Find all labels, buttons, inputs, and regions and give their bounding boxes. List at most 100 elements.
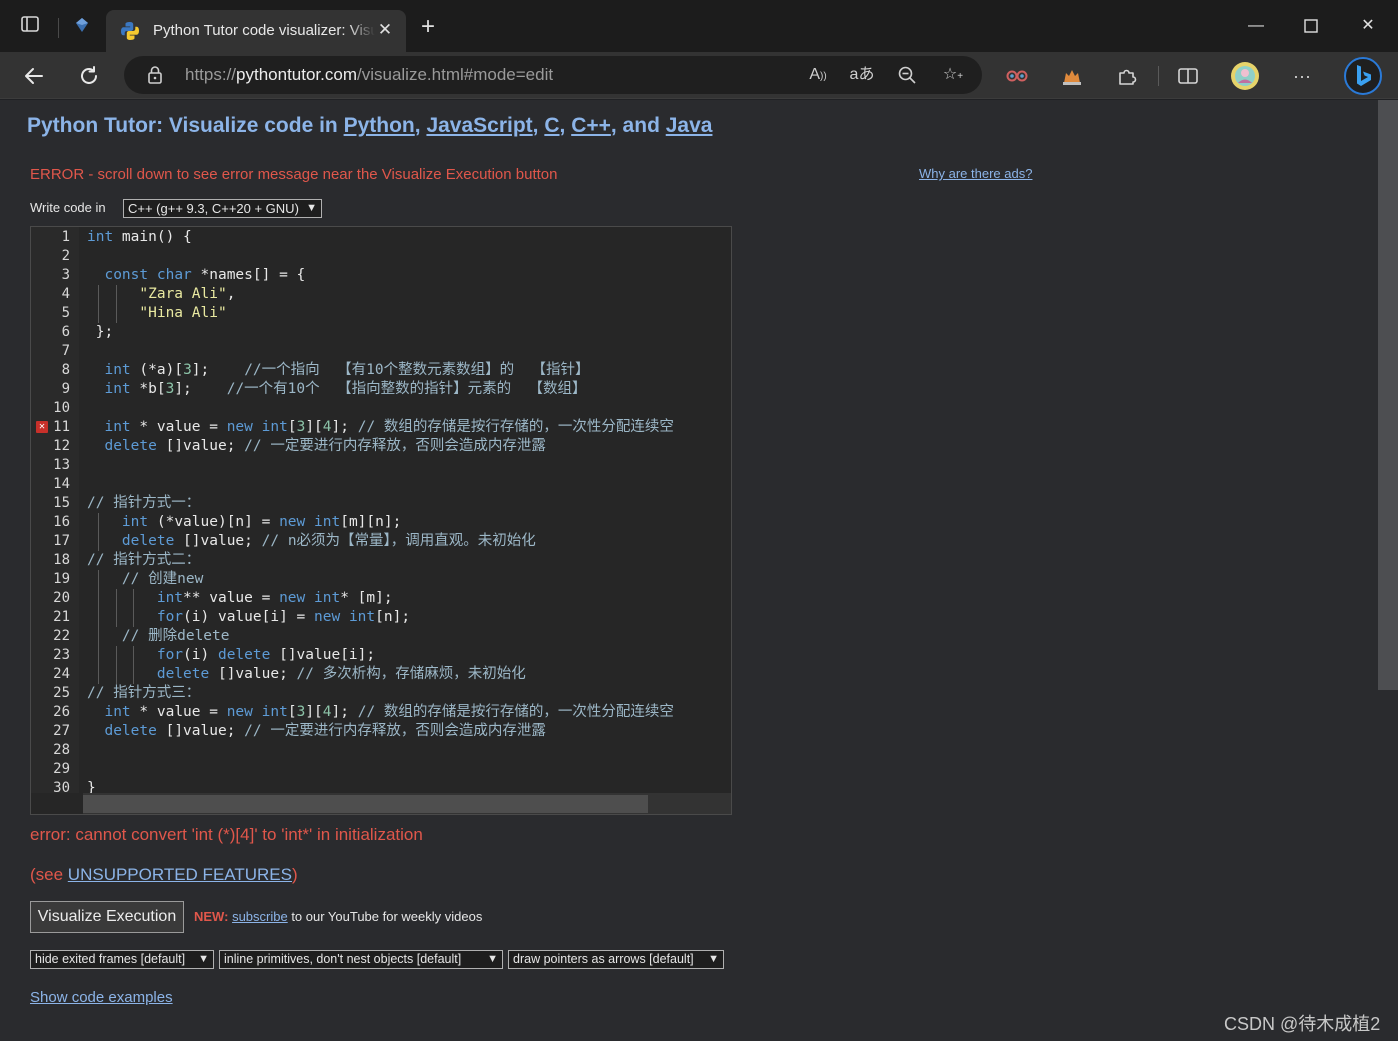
link-c[interactable]: C [544,114,559,137]
editor-hscroll-thumb[interactable] [83,795,648,813]
code-line[interactable]: 1 int main() { [31,228,731,247]
new-tab-icon[interactable]: + [416,15,440,40]
unsupported-features-link[interactable]: UNSUPPORTED FEATURES [68,865,292,884]
code-line[interactable]: 8 int (*a)[3]; //一个指向 【有10个整数元素数组】的 【指针】 [31,361,731,380]
extension-cat-icon[interactable] [1058,62,1086,90]
line-number: 24 [53,666,70,682]
extensions-icon[interactable] [1113,62,1141,90]
code-line[interactable]: 9 int *b[3]; //一个有10个 【指向整数的指针】元素的 【数组】 [31,380,731,399]
language-select[interactable]: C++ (g++ 9.3, C++20 + GNU) ▼ [123,199,322,218]
tab-python-tutor[interactable]: Python Tutor code visualizer: Visualize … [106,10,406,52]
code-line[interactable]: 13 [31,456,731,475]
code-line[interactable]: ✕ 11 int * value = new int[3][4]; // 数组的存… [31,418,731,437]
title-prefix: Python Tutor: Visualize code in [27,114,344,137]
new-badge: NEW: [194,909,229,924]
split-screen-icon[interactable] [1174,62,1202,90]
profile-icon[interactable] [1230,61,1260,91]
code-line[interactable]: 2 [31,247,731,266]
chevron-down-icon: ▼ [306,202,317,214]
url-path: /visualize.html#mode=edit [357,65,554,84]
show-code-examples-link[interactable]: Show code examples [30,989,173,1006]
code-line[interactable]: 23 for(i) delete []value[i]; [31,646,731,665]
add-favorite-icon[interactable]: ☆+ [940,62,966,88]
subscribe-link[interactable]: subscribe [232,909,288,924]
extension-glasses-icon[interactable] [1003,62,1031,90]
code-line[interactable]: 25 // 指针方式三： [31,684,731,703]
minimize-icon[interactable]: — [1236,12,1276,40]
zoom-out-icon[interactable] [894,62,920,88]
title-sep: , [532,114,545,137]
code-line[interactable]: 26 int * value = new int[3][4]; // 数组的存储… [31,703,731,722]
line-number: 19 [53,571,70,587]
address-bar[interactable]: https://pythontutor.com/visualize.html#m… [124,56,982,94]
code-text: for(i) value[i] = new int[n]; [156,609,411,625]
code-text: "Hina Ali" [139,305,227,321]
why-ads-link[interactable]: Why are there ads? [919,166,1032,181]
url-text[interactable]: https://pythontutor.com/visualize.html#m… [185,65,553,85]
code-text: int * value = new int[3][4]; // 数组的存储是按行… [104,704,674,720]
toolbar-separator [1158,66,1159,86]
code-text: int main() { [87,229,192,245]
code-text: int *b[3]; //一个有10个 【指向整数的指针】元素的 【数组】 [104,381,587,397]
page-scrollbar-thumb[interactable] [1378,100,1398,690]
code-text: int * value = new int[3][4]; // 数组的存储是按行… [104,419,674,435]
code-line[interactable]: 27 delete []value; // 一定要进行内存释放，否则会造成内存泄… [31,722,731,741]
code-line[interactable]: 5 "Hina Ali" [31,304,731,323]
code-line[interactable]: 18 // 指针方式二： [31,551,731,570]
link-python[interactable]: Python [344,114,415,137]
code-line[interactable]: 17 delete []value; // n必须为【常量】，调用直观。未初始化 [31,532,731,551]
error-banner: ERROR - scroll down to see error message… [30,166,558,183]
code-line[interactable]: 19 // 创建new [31,570,731,589]
code-line[interactable]: 20 int** value = new int* [m]; [31,589,731,608]
line-number: 11 [53,419,70,435]
frames-option-select[interactable]: hide exited frames [default] ▼ [30,950,214,969]
code-line[interactable]: 28 [31,741,731,760]
tab-close-icon[interactable]: ✕ [374,19,396,41]
code-text: // 指针方式三： [87,685,201,701]
workspace-icon[interactable] [68,14,96,42]
code-line[interactable]: 12 delete []value; // 一定要进行内存释放，否则会造成内存泄… [31,437,731,456]
link-javascript[interactable]: JavaScript [426,114,532,137]
line-number: 7 [61,343,70,359]
code-line[interactable]: 24 delete []value; // 多次析构，存储麻烦，未初始化 [31,665,731,684]
back-icon[interactable] [18,60,50,92]
code-line[interactable]: 3 const char *names[] = { [31,266,731,285]
code-line[interactable]: 10 [31,399,731,418]
translate-icon[interactable]: aあ [849,62,875,88]
close-window-icon[interactable]: ✕ [1348,12,1388,40]
link-java[interactable]: Java [666,114,713,137]
code-line[interactable]: 21 for(i) value[i] = new int[n]; [31,608,731,627]
code-line[interactable]: 22 // 删除delete [31,627,731,646]
code-line[interactable]: 7 [31,342,731,361]
python-logo-icon [120,21,140,41]
code-line[interactable]: 16 int (*value)[n] = new int[m][n]; [31,513,731,532]
code-editor[interactable]: 1 int main() {2 3 const char *names[] = {4… [30,226,732,815]
code-line[interactable]: 15 // 指针方式一： [31,494,731,513]
lock-icon[interactable] [146,65,166,85]
line-number: 10 [53,400,70,416]
code-text: const char *names[] = { [104,267,306,283]
bing-icon[interactable] [1343,56,1383,96]
more-icon[interactable]: ··· [1288,62,1316,90]
chevron-down-icon: ▼ [198,953,209,965]
tab-actions-icon[interactable] [16,14,44,42]
line-number: 15 [53,495,70,511]
code-line[interactable]: 29 [31,760,731,779]
title-sep: , [559,114,572,137]
primitives-option-value: inline primitives, don't nest objects [d… [224,952,462,966]
line-number: 17 [53,533,70,549]
read-aloud-icon[interactable]: A)) [805,62,831,88]
link-cpp[interactable]: C++ [571,114,611,137]
maximize-icon[interactable] [1291,12,1331,40]
pointers-option-select[interactable]: draw pointers as arrows [default] ▼ [508,950,724,969]
code-line[interactable]: 6 }; [31,323,731,342]
primitives-option-select[interactable]: inline primitives, don't nest objects [d… [219,950,503,969]
code-line[interactable]: 4 "Zara Ali", [31,285,731,304]
chevron-down-icon: ▼ [708,953,719,965]
visualize-execution-button[interactable]: Visualize Execution [30,901,184,933]
line-number: 9 [61,381,70,397]
code-line[interactable]: 14 [31,475,731,494]
url-scheme: https:// [185,65,237,84]
refresh-icon[interactable] [73,60,105,92]
line-number: 2 [61,248,70,264]
